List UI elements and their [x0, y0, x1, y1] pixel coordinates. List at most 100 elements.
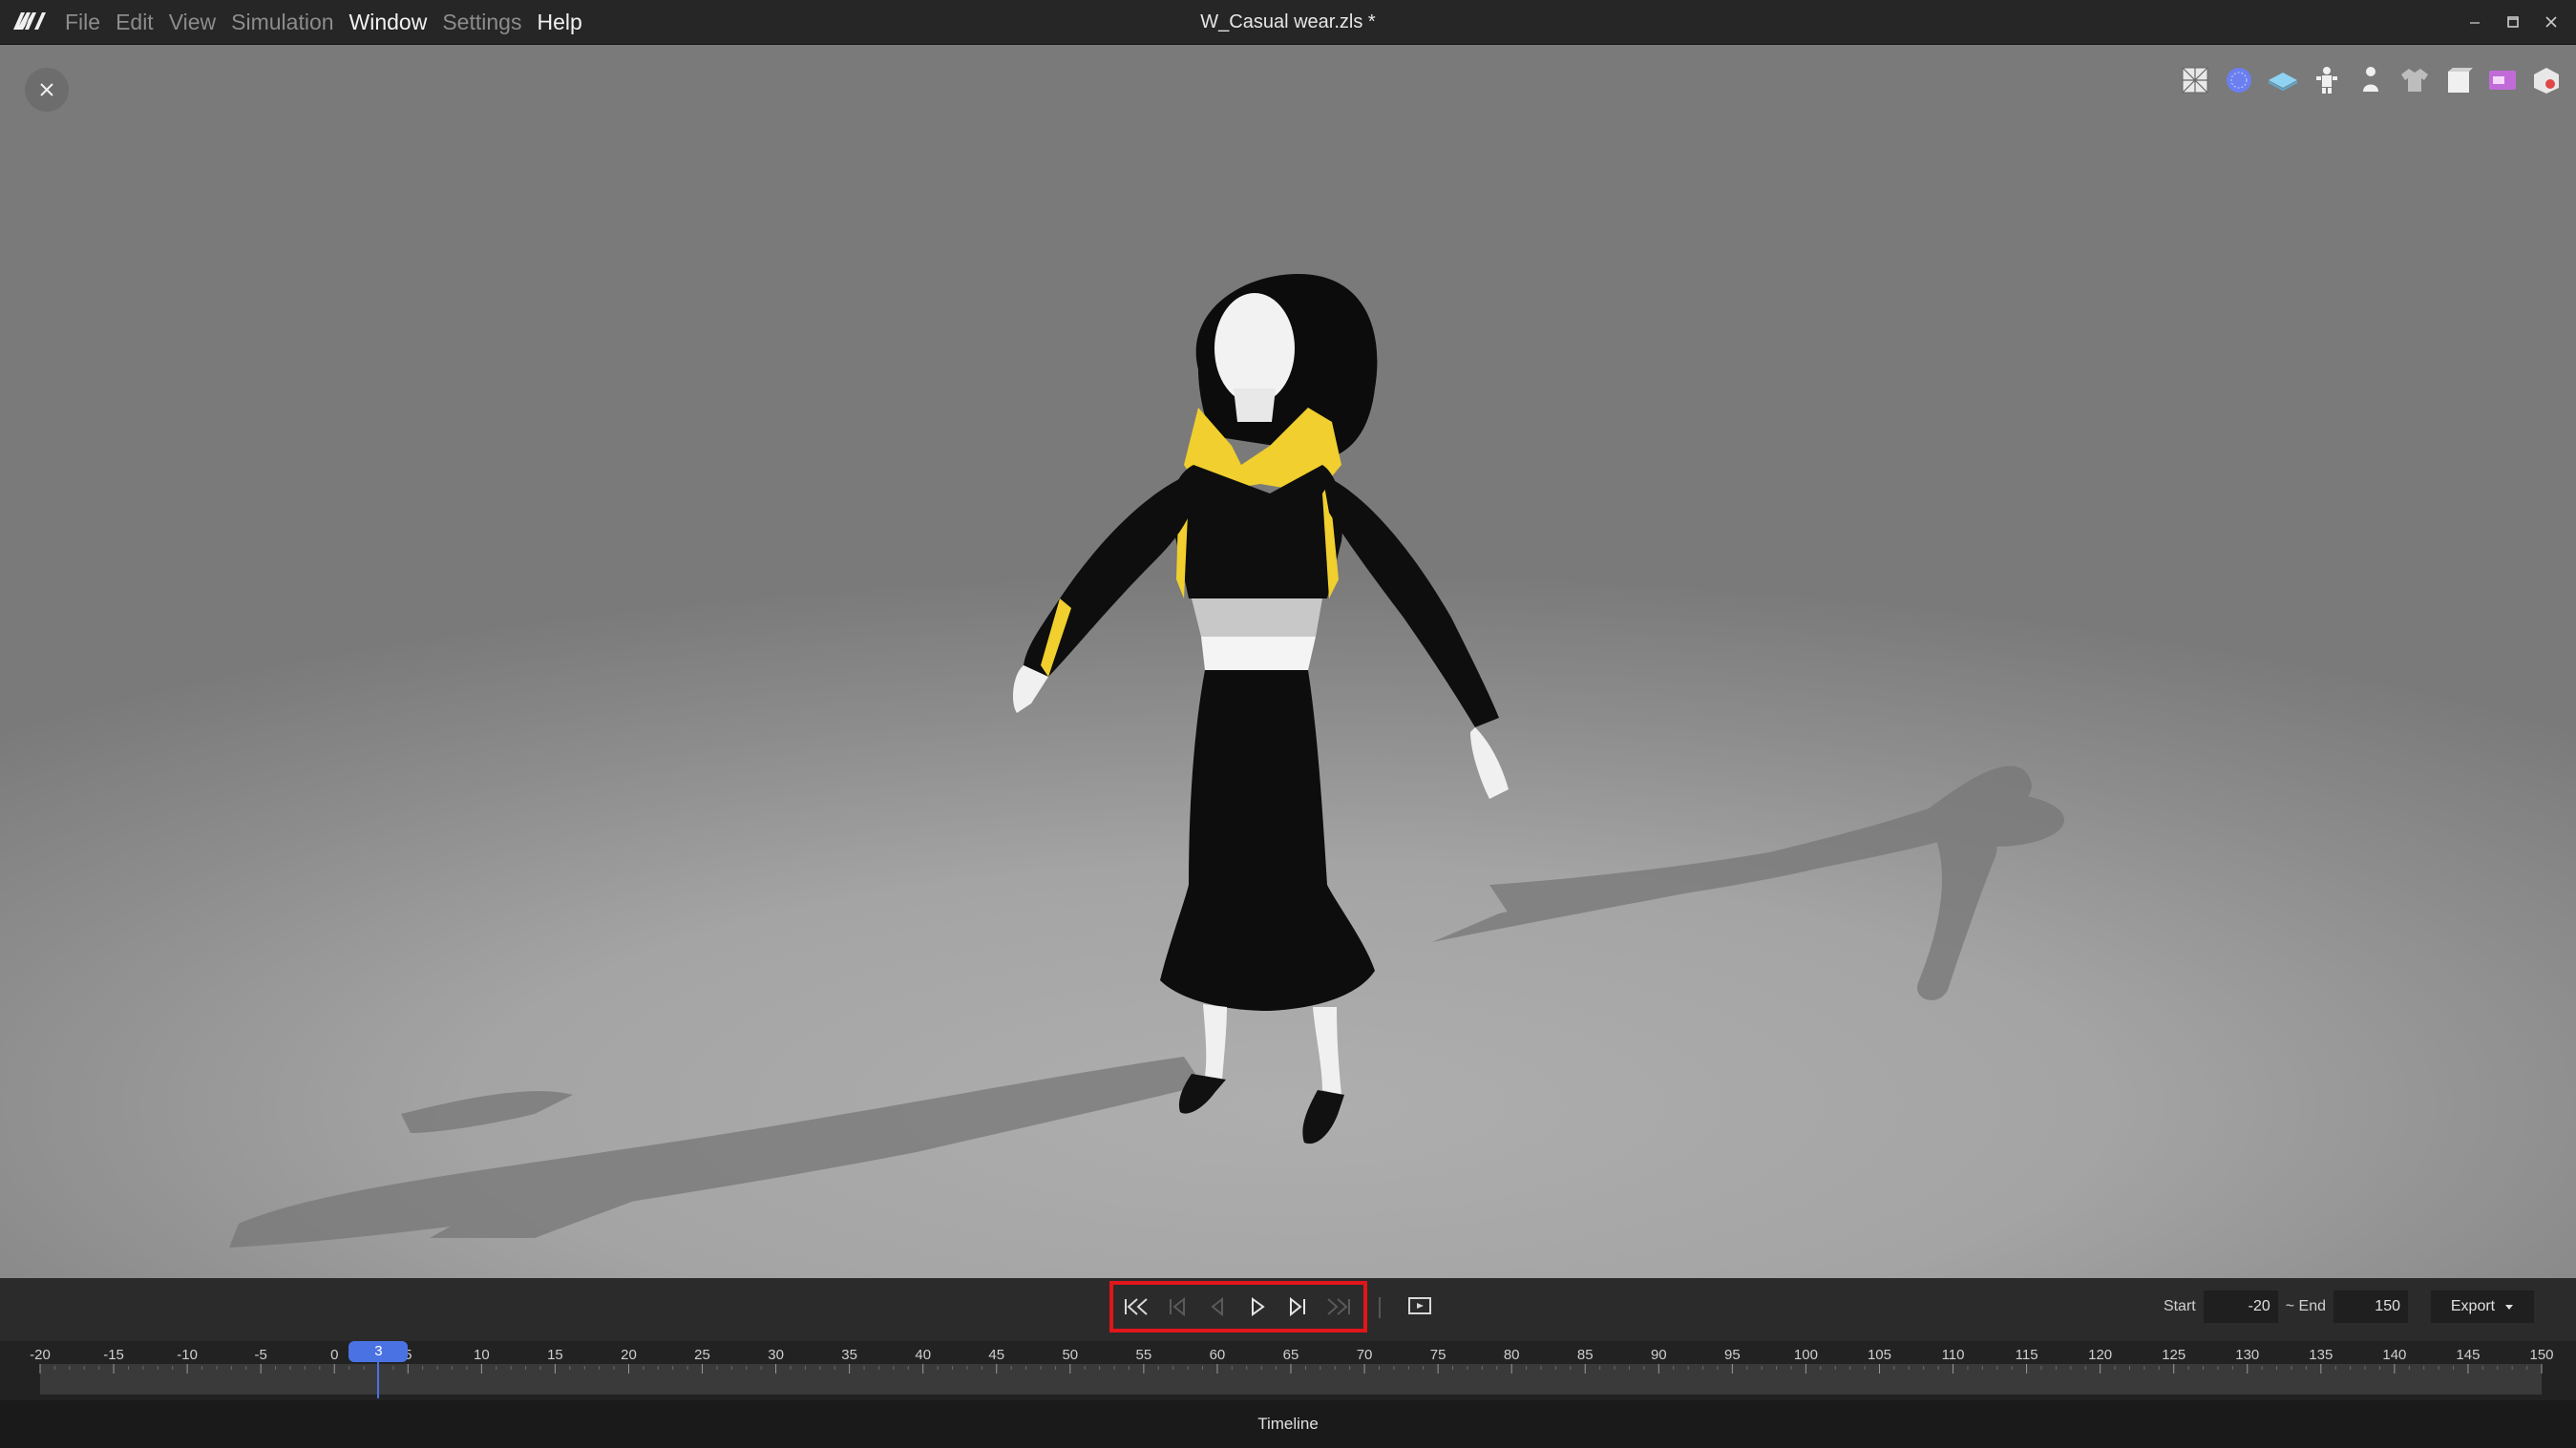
- toolbar-btn-particle[interactable]: [2219, 60, 2259, 100]
- garment-icon: [2401, 69, 2428, 92]
- tick-label: 35: [841, 1347, 857, 1363]
- menu-window[interactable]: Window: [342, 10, 435, 35]
- avatar-model: [1012, 274, 1509, 1144]
- close-icon: [40, 83, 53, 96]
- toolbar-btn-wireframe[interactable]: [2175, 60, 2215, 100]
- tick-label: -20: [30, 1347, 51, 1363]
- playhead-frame-badge[interactable]: 3: [348, 1341, 409, 1362]
- tick-label: 80: [1504, 1347, 1520, 1363]
- tick-label: 20: [621, 1347, 637, 1363]
- frame-range: Start ~ End Export: [2164, 1290, 2534, 1324]
- tick-label: 125: [2162, 1347, 2185, 1363]
- play-button[interactable]: [1243, 1293, 1272, 1320]
- close-window-button[interactable]: [2532, 0, 2570, 44]
- next-frame-icon: [1290, 1296, 1305, 1317]
- tick-label: 145: [2456, 1347, 2480, 1363]
- tick-label: 60: [1210, 1347, 1226, 1363]
- tick-label: 15: [547, 1347, 563, 1363]
- next-frame-button[interactable]: [1283, 1293, 1312, 1320]
- tick-label: 25: [694, 1347, 710, 1363]
- play-icon: [1252, 1297, 1265, 1316]
- tick-label: 110: [1942, 1347, 1965, 1363]
- 3d-viewport[interactable]: [0, 45, 2576, 1278]
- viewport-toolbar: [2175, 60, 2566, 100]
- start-frame-input[interactable]: [2203, 1291, 2278, 1323]
- toolbar-btn-avatar[interactable]: [2351, 60, 2391, 100]
- previous-frame-button[interactable]: [1203, 1293, 1232, 1320]
- tick-label: 85: [1577, 1347, 1594, 1363]
- menu-view[interactable]: View: [161, 10, 223, 35]
- tick-label: 10: [474, 1347, 490, 1363]
- timeline-panel-title: Timeline: [0, 1400, 2576, 1448]
- toolbar-btn-sewing[interactable]: [2482, 60, 2523, 100]
- start-label: Start: [2163, 1298, 2196, 1314]
- minimize-button[interactable]: [2456, 0, 2494, 44]
- title-bar: File Edit View Simulation Window Setting…: [0, 0, 2576, 45]
- maximize-icon: [2507, 16, 2519, 28]
- tick-label: 0: [330, 1347, 338, 1363]
- solid-cube-icon: [2448, 68, 2473, 93]
- transparent-cube-icon: [2534, 68, 2559, 94]
- scene-render: [229, 274, 2064, 1248]
- tick-label: 75: [1430, 1347, 1446, 1363]
- caret-down-icon: [2505, 1305, 2514, 1310]
- previous-frame-icon: [1211, 1296, 1223, 1317]
- skip-to-end-button[interactable]: [1323, 1293, 1352, 1320]
- toolbar-btn-solid[interactable]: [2439, 60, 2479, 100]
- toolbar-btn-garment[interactable]: [2395, 60, 2435, 100]
- wireframe-mesh-icon: [2182, 67, 2208, 94]
- menu-file[interactable]: File: [57, 10, 108, 35]
- previous-keyframe-button[interactable]: [1163, 1293, 1192, 1320]
- menu-help[interactable]: Help: [529, 10, 589, 35]
- skip-to-start-button[interactable]: [1123, 1293, 1151, 1320]
- tick-label: 90: [1651, 1347, 1667, 1363]
- export-dropdown-button[interactable]: Export: [2431, 1291, 2534, 1323]
- preview-window-icon: [1408, 1297, 1431, 1314]
- toolbar-btn-joint[interactable]: [2307, 60, 2347, 100]
- timeline-ruler[interactable]: -20 -15 -10 -5 0 5 10 15 20 25 30 35 40 45 50 55 60 65 70 7…: [0, 1341, 2576, 1400]
- tick-label: 45: [988, 1347, 1004, 1363]
- toolbar-btn-transparent[interactable]: [2526, 60, 2566, 100]
- export-label: Export: [2450, 1298, 2496, 1314]
- menu-edit[interactable]: Edit: [108, 10, 161, 35]
- tick-label: 65: [1283, 1347, 1299, 1363]
- tick-label: 115: [2016, 1347, 2038, 1363]
- preview-window-button[interactable]: [1405, 1291, 1434, 1320]
- fabric-layer-icon: [2268, 73, 2298, 92]
- menu-bar: File Edit View Simulation Window Setting…: [57, 0, 590, 44]
- end-label: ~ End: [2285, 1298, 2326, 1314]
- tick-label: -15: [103, 1347, 124, 1363]
- close-icon: [2545, 16, 2557, 28]
- menu-settings[interactable]: Settings: [434, 10, 529, 35]
- skip-to-end-icon: [1327, 1298, 1350, 1315]
- window-controls: [2456, 0, 2570, 44]
- avatar-body-icon: [2363, 67, 2378, 92]
- tick-label: 95: [1724, 1347, 1741, 1363]
- avatar-shadow: [229, 766, 2064, 1248]
- tick-label: -5: [255, 1347, 267, 1363]
- tick-label: 140: [2382, 1347, 2406, 1363]
- tick-label: 105: [1868, 1347, 1891, 1363]
- tick-label: 30: [768, 1347, 784, 1363]
- end-frame-input[interactable]: [2333, 1291, 2408, 1323]
- avatar-joint-icon: [2316, 67, 2337, 94]
- tick-label: 50: [1062, 1347, 1078, 1363]
- minimize-icon: [2470, 22, 2480, 24]
- menu-simulation[interactable]: Simulation: [223, 10, 341, 35]
- tick-label: 130: [2235, 1347, 2259, 1363]
- tick-label: 150: [2529, 1347, 2553, 1363]
- particle-sphere-icon: [2227, 68, 2251, 93]
- tick-label: 135: [2309, 1347, 2333, 1363]
- tick-label: 100: [1794, 1347, 1818, 1363]
- maximize-button[interactable]: [2494, 0, 2532, 44]
- previous-keyframe-icon: [1170, 1296, 1185, 1317]
- playback-bar: Start ~ End Export: [0, 1278, 2576, 1341]
- close-viewport-button[interactable]: [25, 68, 69, 112]
- sewing-machine-icon: [2489, 71, 2516, 90]
- playhead-line: [377, 1360, 380, 1398]
- tick-label: -10: [177, 1347, 198, 1363]
- toolbar-btn-fabric[interactable]: [2263, 60, 2303, 100]
- tick-label: 40: [915, 1347, 931, 1363]
- skip-to-start-icon: [1125, 1298, 1148, 1315]
- toolbar-separator: [1379, 1297, 1381, 1318]
